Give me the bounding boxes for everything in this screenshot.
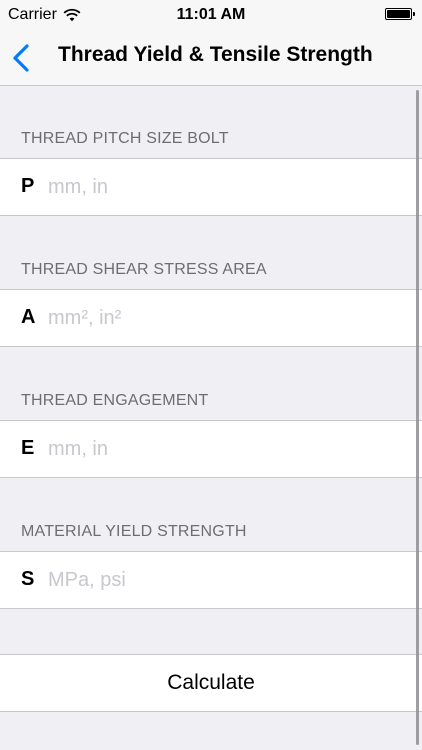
field-label-p: P bbox=[21, 175, 35, 197]
field-row-engagement: E bbox=[0, 420, 422, 478]
calculate-button[interactable]: Calculate bbox=[0, 654, 422, 712]
section-header-yield-strength: MATERIAL YIELD STRENGTH bbox=[21, 523, 247, 540]
form-content: THREAD PITCH SIZE BOLT P THREAD SHEAR ST… bbox=[0, 86, 422, 750]
calculate-label: Calculate bbox=[167, 671, 255, 694]
field-label-s: S bbox=[21, 568, 35, 590]
section-header-engagement: THREAD ENGAGEMENT bbox=[21, 392, 209, 409]
chevron-left-icon bbox=[10, 42, 34, 74]
field-row-shear-area: A bbox=[0, 289, 422, 347]
field-row-pitch: P bbox=[0, 158, 422, 216]
section-header-pitch: THREAD PITCH SIZE BOLT bbox=[21, 130, 229, 147]
status-time: 11:01 AM bbox=[176, 6, 246, 23]
shear-area-input[interactable] bbox=[48, 302, 398, 334]
scrollbar[interactable] bbox=[416, 90, 419, 745]
battery-icon bbox=[385, 8, 415, 20]
section-header-shear-area: THREAD SHEAR STRESS AREA bbox=[21, 261, 267, 278]
field-label-a: A bbox=[21, 306, 36, 328]
status-bar: Carrier 11:01 AM bbox=[0, 0, 422, 30]
field-row-yield-strength: S bbox=[0, 551, 422, 609]
pitch-input[interactable] bbox=[48, 171, 398, 203]
back-button[interactable] bbox=[10, 42, 34, 74]
field-label-e: E bbox=[21, 437, 35, 459]
engagement-input[interactable] bbox=[48, 433, 398, 465]
yield-strength-input[interactable] bbox=[48, 564, 398, 596]
page-title: Thread Yield & Tensile Strength bbox=[58, 43, 373, 66]
navigation-bar: Thread Yield & Tensile Strength bbox=[0, 30, 422, 86]
